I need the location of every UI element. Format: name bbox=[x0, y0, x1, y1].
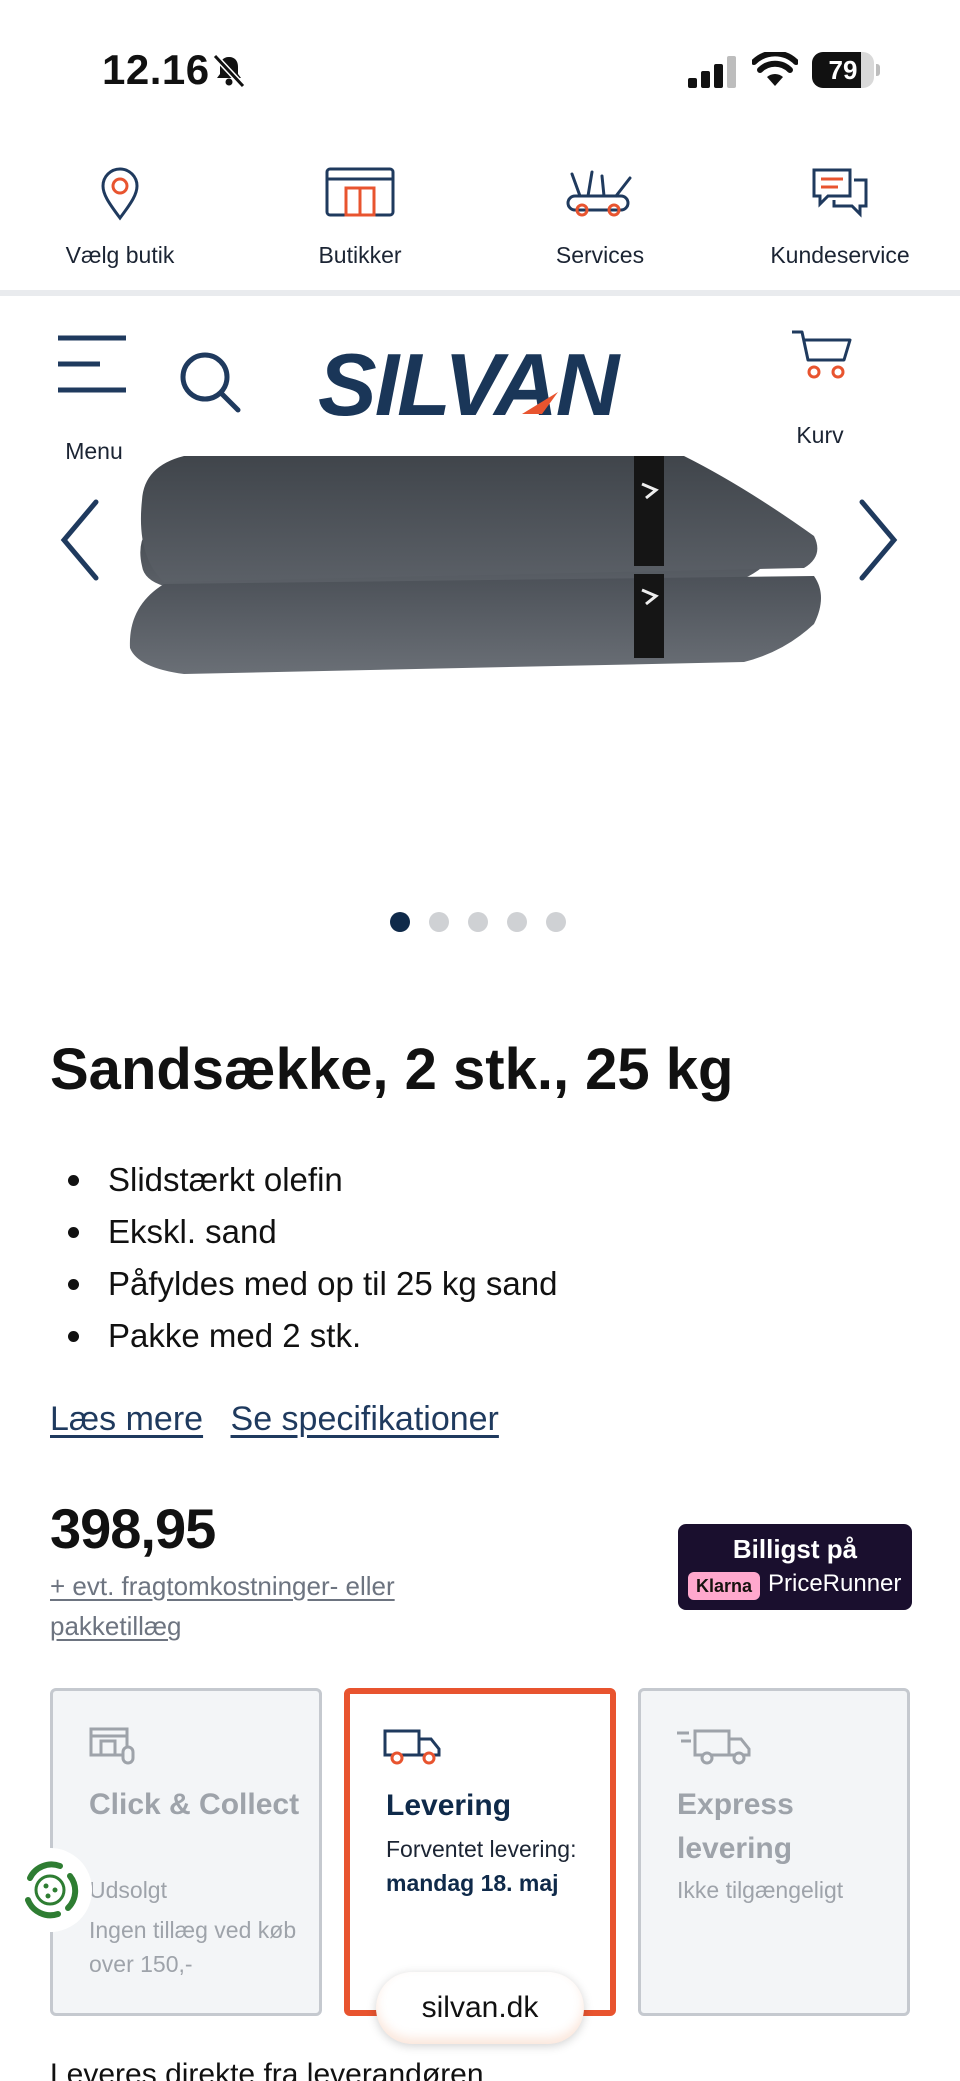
status-bar: 12.16 79 bbox=[0, 0, 960, 140]
gallery-dot[interactable] bbox=[546, 912, 566, 932]
product-features: Slidstærkt olefin Ekskl. sand Påfyldes m… bbox=[50, 1154, 850, 1362]
delivery-option-selected[interactable]: Levering Forventet levering: mandag 18. … bbox=[344, 1688, 616, 2016]
top-nav-label: Vælg butik bbox=[65, 242, 175, 268]
gallery-pagination bbox=[390, 912, 590, 936]
site-header: Menu SILVAN Kurv bbox=[0, 302, 960, 464]
logo-text: SILVAN bbox=[318, 335, 619, 434]
hamburger-icon bbox=[58, 335, 126, 393]
battery-level: 79 bbox=[828, 55, 858, 85]
browser-url-pill[interactable]: silvan.dk bbox=[376, 1972, 584, 2044]
feature-item: Slidstærkt olefin bbox=[50, 1154, 850, 1206]
feature-item: Ekskl. sand bbox=[50, 1206, 850, 1258]
click-collect-option[interactable]: Click & Collect Udsolgt Ingen tillæg ved… bbox=[50, 1688, 322, 2016]
top-nav-label: Butikker bbox=[318, 242, 402, 268]
levering-date: mandag 18. maj bbox=[386, 1870, 559, 1896]
cookie-consent-icon[interactable] bbox=[8, 1848, 92, 1932]
top-nav-label: Kundeservice bbox=[770, 242, 910, 268]
search-icon[interactable] bbox=[178, 350, 242, 414]
chat-bubbles-icon bbox=[812, 168, 868, 218]
silvan-logo[interactable]: SILVAN bbox=[318, 335, 642, 434]
cellular-signal-icon bbox=[688, 56, 736, 88]
express-truck-icon bbox=[677, 1729, 751, 1765]
click-collect-note: Ingen tillæg ved køb over 150,- bbox=[89, 1917, 297, 1977]
shipping-note-link[interactable]: + evt. fragtomkostninger- eller pakketil… bbox=[50, 1566, 470, 1646]
wifi-icon bbox=[752, 52, 798, 86]
delivery-truck-icon bbox=[383, 1729, 441, 1765]
pricerunner-name: PriceRunner bbox=[768, 1570, 902, 1597]
menu-button[interactable]: Menu bbox=[56, 330, 130, 464]
gallery-dot[interactable] bbox=[429, 912, 449, 932]
pricerunner-badge[interactable]: Billigst på Klarna PriceRunner bbox=[678, 1524, 912, 1610]
click-collect-title: Click & Collect bbox=[89, 1788, 300, 1821]
top-nav-stores[interactable]: Butikker bbox=[240, 150, 480, 290]
product-links: Læs mere Se specifikationer bbox=[50, 1400, 517, 1439]
battery-icon: 79 bbox=[812, 52, 880, 88]
chevron-left-icon[interactable] bbox=[52, 496, 112, 584]
feature-item: Påfyldes med op til 25 kg sand bbox=[50, 1258, 850, 1310]
store-icon bbox=[325, 167, 395, 217]
product-image[interactable] bbox=[124, 456, 838, 694]
express-option[interactable]: Express levering Ikke tilgængeligt bbox=[638, 1688, 910, 2016]
location-pin-icon bbox=[101, 167, 139, 221]
supplier-delivery-note: Leveres direkte fra leverandøren bbox=[50, 2058, 484, 2081]
chevron-right-icon[interactable] bbox=[846, 496, 906, 584]
cart-label: Kurv bbox=[796, 422, 844, 448]
product-gallery bbox=[0, 456, 960, 946]
logo-accent-mark bbox=[522, 392, 558, 414]
bell-muted-icon bbox=[212, 53, 246, 89]
click-collect-status: Udsolgt bbox=[89, 1877, 167, 1903]
product-price: 398,95 bbox=[50, 1497, 216, 1560]
gallery-dot[interactable] bbox=[468, 912, 488, 932]
cart-button[interactable]: Kurv bbox=[784, 326, 856, 448]
klarna-logo: Klarna bbox=[688, 1572, 760, 1600]
levering-title: Levering bbox=[386, 1789, 512, 1822]
levering-expected: Forventet levering: mandag 18. maj bbox=[386, 1832, 606, 1900]
top-nav-select-store[interactable]: Vælg butik bbox=[0, 150, 240, 290]
levering-prefix: Forventet levering: bbox=[386, 1836, 577, 1862]
shopping-cart-icon bbox=[792, 330, 852, 379]
tools-icon bbox=[566, 170, 632, 217]
delivery-options: Click & Collect Udsolgt Ingen tillæg ved… bbox=[50, 1688, 912, 2018]
read-more-link[interactable]: Læs mere bbox=[50, 1400, 203, 1438]
express-status: Ikke tilgængeligt bbox=[677, 1877, 844, 1903]
feature-item: Pakke med 2 stk. bbox=[50, 1310, 850, 1362]
product-title: Sandsække, 2 stk., 25 kg bbox=[50, 1037, 734, 1102]
gallery-dot[interactable] bbox=[390, 912, 410, 932]
store-computer-icon bbox=[89, 1727, 135, 1765]
status-time: 12.16 bbox=[102, 46, 210, 93]
top-nav-label: Services bbox=[555, 242, 645, 268]
top-nav-services[interactable]: Services bbox=[480, 150, 720, 290]
top-nav-customer-service[interactable]: Kundeservice bbox=[720, 150, 960, 290]
gallery-dot[interactable] bbox=[507, 912, 527, 932]
specifications-link[interactable]: Se specifikationer bbox=[231, 1400, 499, 1438]
pricerunner-top: Billigst på bbox=[732, 1534, 858, 1564]
top-utility-nav: Vælg butik Butikker Services Kundeservic… bbox=[0, 150, 960, 296]
express-title: Express levering bbox=[677, 1788, 794, 1865]
